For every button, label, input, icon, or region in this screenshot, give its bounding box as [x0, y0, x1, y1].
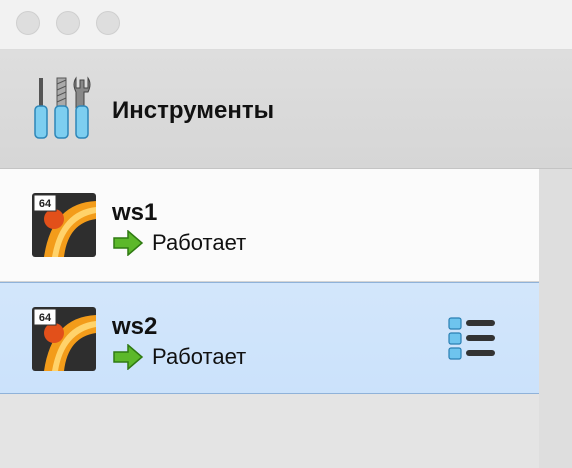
empty-list-area	[0, 394, 539, 468]
vm-status-text: Работает	[152, 344, 247, 369]
os-icon: 64	[32, 307, 96, 371]
tools-item[interactable]: Инструменты	[0, 50, 572, 169]
vm-name: ws2	[112, 313, 158, 340]
running-arrow-icon	[113, 344, 144, 370]
running-arrow-icon	[113, 230, 144, 256]
scroll-gutter	[539, 169, 572, 468]
vm-details-menu-icon[interactable]	[447, 316, 497, 362]
os-icon: 64	[32, 193, 96, 257]
vm-name: ws1	[112, 199, 158, 226]
svg-text:64: 64	[39, 312, 52, 324]
minimize-window-button[interactable]	[56, 11, 80, 35]
vm-row-ws2[interactable]: 64 ws2 Работает	[0, 282, 539, 394]
zoom-window-button[interactable]	[96, 11, 120, 35]
vm-list: 64 ws1 Работает 64 ws2 Работает	[0, 169, 539, 394]
vm-row-ws1[interactable]: 64 ws1 Работает	[0, 169, 539, 282]
title-bar	[0, 0, 572, 50]
vm-status: Работает	[112, 230, 246, 256]
close-window-button[interactable]	[16, 11, 40, 35]
tools-title: Инструменты	[112, 97, 275, 124]
svg-text:64: 64	[39, 198, 52, 210]
vm-status-text: Работает	[152, 230, 247, 255]
vm-status: Работает	[112, 344, 246, 370]
tools-icon	[34, 76, 91, 139]
